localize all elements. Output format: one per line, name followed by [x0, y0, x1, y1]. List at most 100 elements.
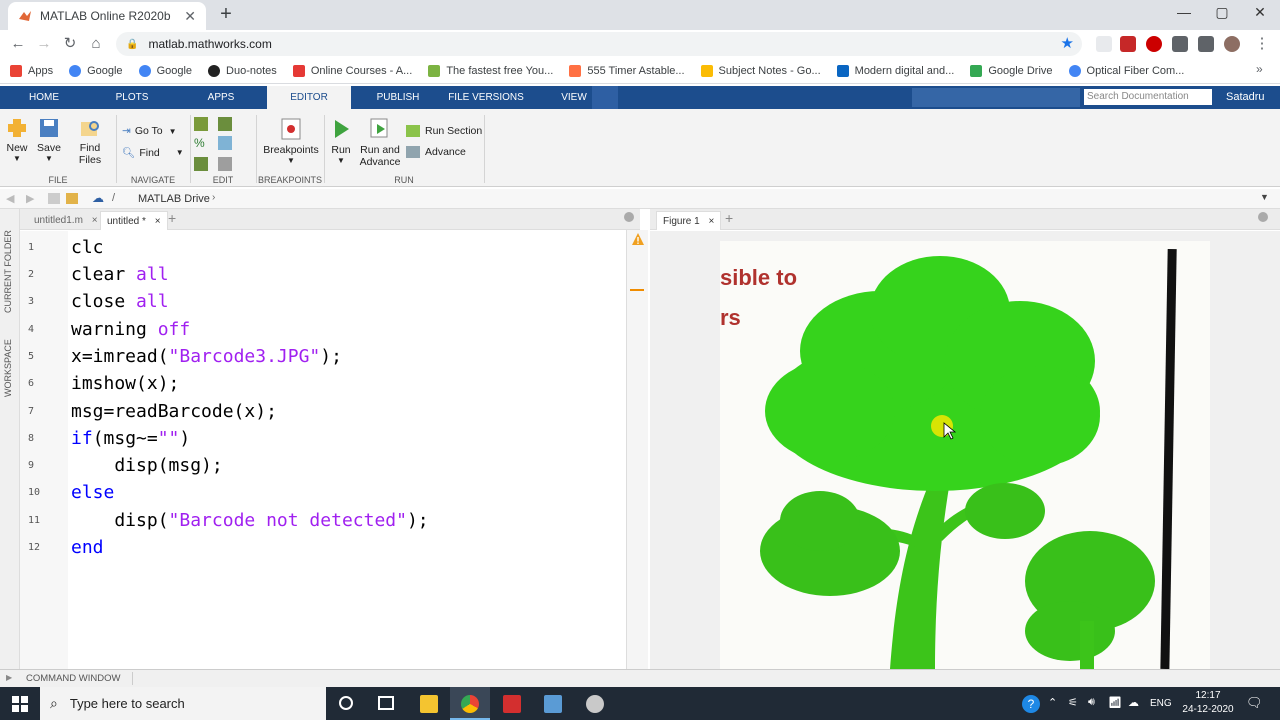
edit-tools[interactable]: %: [194, 117, 252, 173]
browser-tab[interactable]: MATLAB Online R2020b ✕: [8, 2, 206, 30]
file-explorer-icon[interactable]: [420, 695, 438, 713]
close-icon[interactable]: ×: [92, 215, 98, 226]
windows-start-icon[interactable]: [12, 696, 28, 712]
goto-button[interactable]: ⇥ Go To ▼: [122, 125, 177, 137]
search-documentation-input[interactable]: Search Documentation: [1084, 89, 1212, 105]
path-dropdown-icon[interactable]: ▼: [1260, 192, 1269, 202]
acrobat-icon[interactable]: [503, 695, 521, 713]
save-button[interactable]: Save ▼: [36, 117, 62, 163]
run-section-button[interactable]: Run Section: [406, 125, 482, 137]
bookmark-item[interactable]: 555 Timer Astable...: [569, 64, 685, 77]
clock[interactable]: 12:17 24-12-2020: [1180, 689, 1236, 717]
new-editor-tab-icon[interactable]: +: [168, 210, 176, 226]
tab-apps[interactable]: APPS: [200, 86, 242, 109]
media-icon[interactable]: [1198, 36, 1214, 52]
minimize-button[interactable]: —: [1164, 4, 1204, 24]
task-view-icon[interactable]: [378, 696, 394, 710]
app-icon[interactable]: [586, 695, 604, 713]
tab-plots[interactable]: PLOTS: [108, 86, 156, 109]
bookmark-star-icon[interactable]: ★: [1061, 34, 1074, 52]
close-tab-icon[interactable]: ✕: [184, 8, 196, 25]
chrome-taskbar-active[interactable]: [450, 687, 490, 720]
path-chevron-icon[interactable]: ›: [212, 192, 215, 203]
indent-icon[interactable]: [194, 157, 208, 171]
close-icon[interactable]: ×: [708, 216, 714, 227]
help-icon[interactable]: ?: [1022, 695, 1040, 713]
workspace-label[interactable]: WORKSPACE: [3, 339, 13, 397]
user-menu[interactable]: Satadru: [1226, 86, 1265, 109]
bookmark-item[interactable]: Google: [69, 64, 123, 77]
run-and-advance-button[interactable]: Run and Advance: [358, 117, 402, 168]
close-window-button[interactable]: ✕: [1240, 4, 1280, 24]
avatar[interactable]: [1224, 36, 1240, 52]
run-button[interactable]: Run ▼: [328, 117, 354, 165]
network-icon[interactable]: ⚟: [1068, 696, 1078, 709]
close-icon[interactable]: ×: [155, 216, 161, 227]
forward-arrow-icon[interactable]: ▶: [26, 192, 34, 205]
command-window-label[interactable]: COMMAND WINDOW: [26, 673, 120, 684]
back-icon[interactable]: ←: [8, 34, 28, 54]
command-window-bar[interactable]: ▶ COMMAND WINDOW: [0, 669, 1280, 687]
tab-publish[interactable]: PUBLISH: [370, 86, 426, 109]
figure-window[interactable]: sible to rs: [650, 231, 1280, 669]
editor-tab[interactable]: untitled1.m ×: [28, 211, 104, 230]
opera-extension-icon[interactable]: [1146, 36, 1162, 52]
extension-icon[interactable]: [1096, 36, 1112, 52]
tab-editor[interactable]: EDITOR: [267, 86, 351, 109]
quick-access-toolbar[interactable]: [912, 88, 1080, 107]
panel-options-icon[interactable]: [1258, 212, 1268, 222]
menu-dots-icon[interactable]: ⋮: [1252, 34, 1272, 54]
outdent-icon[interactable]: [218, 157, 232, 171]
warning-marker[interactable]: [630, 289, 644, 291]
advance-button[interactable]: Advance: [406, 146, 466, 158]
bookmark-item[interactable]: Modern digital and...: [836, 64, 954, 77]
new-tab-button[interactable]: +: [216, 4, 236, 24]
fx-icon[interactable]: [218, 117, 232, 131]
editor-tab-active[interactable]: untitled * ×: [100, 211, 168, 230]
bookmark-item[interactable]: The fastest free You...: [428, 64, 553, 77]
tab-view[interactable]: VIEW: [556, 86, 592, 109]
reload-icon[interactable]: ↻: [60, 34, 80, 54]
warning-icon[interactable]: [631, 232, 645, 246]
notification-icon[interactable]: 🗨︎: [1246, 695, 1263, 711]
tab-home[interactable]: HOME: [18, 86, 70, 109]
bookmark-item[interactable]: Optical Fiber Com...: [1068, 64, 1184, 77]
find-files-button[interactable]: Find Files: [68, 117, 112, 166]
wrap-icon[interactable]: [218, 136, 232, 150]
find-button[interactable]: 🔍︎ Find ▼: [122, 146, 184, 160]
new-figure-tab-icon[interactable]: +: [725, 210, 733, 226]
more-bookmarks-icon[interactable]: »: [1256, 62, 1263, 76]
address-bar[interactable]: 🔒 matlab.mathworks.com ★: [116, 32, 1082, 56]
tab-file-versions[interactable]: FILE VERSIONS: [448, 86, 524, 109]
forward-icon[interactable]: →: [34, 34, 54, 54]
home-icon[interactable]: ⌂: [86, 34, 106, 54]
cortana-icon[interactable]: [339, 696, 353, 710]
wifi-icon[interactable]: 📶︎: [1108, 696, 1122, 709]
back-arrow-icon[interactable]: ◀: [6, 192, 14, 205]
maximize-button[interactable]: ▢: [1202, 4, 1242, 24]
taskbar-search[interactable]: ⌕ Type here to search: [40, 687, 326, 720]
chevron-up-icon[interactable]: ⌃: [1048, 696, 1057, 709]
comment-icon[interactable]: %: [194, 136, 205, 150]
bookmark-item[interactable]: Apps: [10, 64, 53, 77]
bookmark-item[interactable]: Google Drive: [970, 64, 1053, 77]
insert-icon[interactable]: [194, 117, 208, 131]
current-folder-label[interactable]: CURRENT FOLDER: [3, 230, 13, 313]
onedrive-icon[interactable]: ☁: [1128, 696, 1139, 709]
puzzle-icon[interactable]: [1172, 36, 1188, 52]
new-button[interactable]: New ▼: [4, 117, 30, 163]
bookmark-item[interactable]: Subject Notes - Go...: [700, 64, 821, 77]
panel-options-icon[interactable]: [624, 212, 634, 222]
language-indicator[interactable]: ENG: [1150, 698, 1172, 709]
path-segment[interactable]: MATLAB Drive: [138, 193, 210, 205]
up-folder-icon[interactable]: [48, 193, 60, 204]
bookmark-item[interactable]: Duo-notes: [208, 64, 277, 77]
extension-icon[interactable]: [1120, 36, 1136, 52]
browse-folder-icon[interactable]: [66, 193, 78, 204]
code-editor[interactable]: clc clear all close all warning off x=im…: [68, 231, 626, 669]
expand-icon[interactable]: ▶: [6, 673, 12, 682]
figure-tab[interactable]: Figure 1 ×: [656, 211, 722, 230]
bookmark-item[interactable]: Google: [138, 64, 192, 77]
bookmark-item[interactable]: Online Courses - A...: [292, 64, 412, 77]
app-icon[interactable]: [544, 695, 562, 713]
